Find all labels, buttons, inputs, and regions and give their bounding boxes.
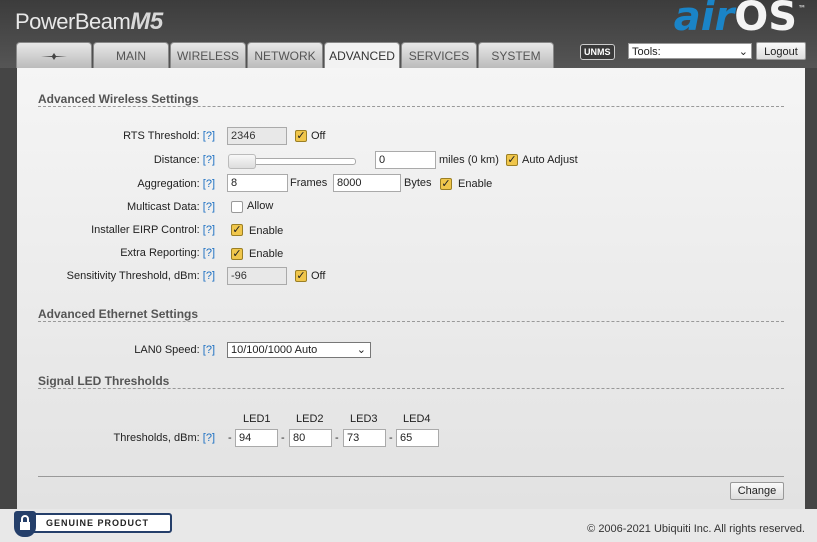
ubiquiti-logo-icon (41, 53, 67, 60)
led4-header: LED4 (403, 413, 431, 425)
extra-reporting-checkbox[interactable]: ✓ (231, 248, 243, 260)
content-panel: Advanced Wireless Settings RTS Threshold… (17, 68, 805, 509)
led2-threshold-input[interactable]: 80 (289, 429, 332, 447)
aggregation-label-text: Aggregation: (137, 178, 200, 190)
tab-system[interactable]: SYSTEM (478, 42, 554, 68)
rts-off-label: Off (311, 130, 326, 142)
chevron-down-icon: ⌄ (738, 46, 748, 58)
brand-name: PowerBeam (15, 9, 131, 34)
thresholds-label-text: Thresholds, dBm: (113, 432, 200, 444)
aggregation-label: Aggregation: [?] (137, 178, 215, 190)
tab-main[interactable]: MAIN (93, 42, 169, 68)
eirp-enable-checkbox[interactable]: ✓ (231, 224, 243, 236)
sensitivity-off-checkbox[interactable]: ✓ (295, 270, 307, 282)
distance-label-text: Distance: (153, 154, 200, 166)
help-link[interactable]: [?] (203, 224, 215, 236)
help-link[interactable]: [?] (203, 154, 215, 166)
section-title-ethernet: Advanced Ethernet Settings (38, 307, 199, 321)
aggregation-frames-input[interactable]: 8 (227, 174, 288, 192)
led1-threshold-input[interactable]: 94 (235, 429, 278, 447)
aggregation-bytes-input[interactable]: 8000 (333, 174, 401, 192)
brand-model: M5 (130, 8, 163, 35)
led1-header: LED1 (243, 413, 271, 425)
eirp-enable-label: Enable (249, 225, 284, 237)
threshold-dash: - (228, 432, 232, 444)
extra-reporting-label: Extra Reporting: [?] (120, 247, 215, 259)
rts-label-text: RTS Threshold: (123, 130, 200, 142)
multicast-allow-label: Allow (247, 200, 274, 212)
tab-services[interactable]: SERVICES (401, 42, 477, 68)
airos-logo: airOS ™ (673, 0, 806, 40)
led3-threshold-input[interactable]: 73 (343, 429, 386, 447)
rts-threshold-input[interactable]: 2346 (227, 127, 287, 145)
tab-network[interactable]: NETWORK (247, 42, 323, 68)
unms-button[interactable]: UNMS (580, 44, 615, 60)
extra-reporting-enable-label: Enable (249, 248, 284, 260)
logo-tm: ™ (798, 4, 806, 13)
lan0-speed-select[interactable]: 10/100/1000 Auto ⌄ (227, 342, 371, 358)
led2-header: LED2 (296, 413, 324, 425)
genuine-product-text: GENUINE PRODUCT (46, 518, 150, 528)
extra-reporting-label-text: Extra Reporting: (120, 247, 200, 259)
sensitivity-label: Sensitivity Threshold, dBm: [?] (67, 270, 215, 282)
tab-advanced[interactable]: ADVANCED (324, 42, 400, 69)
distance-input[interactable]: 0 (375, 151, 436, 169)
change-button[interactable]: Change (730, 482, 784, 500)
product-brand: PowerBeamM5 (15, 8, 163, 36)
lan0-speed-label: LAN0 Speed: [?] (134, 344, 215, 356)
distance-unit: miles (0 km) (439, 154, 499, 166)
help-link[interactable]: [?] (203, 201, 215, 213)
multicast-label: Multicast Data: [?] (127, 201, 215, 213)
section-title-wireless: Advanced Wireless Settings (38, 92, 199, 106)
led4-threshold-input[interactable]: 65 (396, 429, 439, 447)
aggregation-enable-checkbox[interactable]: ✓ (440, 178, 452, 190)
help-link[interactable]: [?] (203, 270, 215, 282)
multicast-label-text: Multicast Data: (126, 201, 200, 213)
help-link[interactable]: [?] (203, 344, 215, 356)
threshold-dash: - (335, 432, 339, 444)
help-link[interactable]: [?] (203, 247, 215, 259)
auto-adjust-label: Auto Adjust (522, 154, 578, 166)
tools-select[interactable]: Tools: ⌄ (628, 43, 752, 59)
section-title-led: Signal LED Thresholds (38, 374, 170, 388)
sensitivity-label-text: Sensitivity Threshold, dBm: (66, 270, 200, 282)
section-divider (38, 106, 784, 107)
lan0-speed-value: 10/100/1000 Auto (231, 344, 318, 356)
lan0-speed-label-text: LAN0 Speed: (134, 344, 200, 356)
rts-off-checkbox[interactable]: ✓ (295, 130, 307, 142)
help-link[interactable]: [?] (203, 130, 215, 142)
tab-home[interactable] (16, 42, 92, 68)
logo-air: air (673, 0, 735, 40)
genuine-product-badge: GENUINE PRODUCT (14, 511, 172, 537)
bytes-label: Bytes (404, 177, 432, 189)
thresholds-label: Thresholds, dBm: [?] (114, 432, 216, 444)
eirp-label: Installer EIRP Control: [?] (91, 224, 215, 236)
logo-os: OS (734, 0, 797, 40)
copyright-text: © 2006-2021 Ubiquiti Inc. All rights res… (587, 523, 805, 535)
auto-adjust-checkbox[interactable]: ✓ (506, 154, 518, 166)
tools-select-value: Tools: (632, 46, 661, 58)
threshold-dash: - (281, 432, 285, 444)
led3-header: LED3 (350, 413, 378, 425)
section-divider (38, 321, 784, 322)
section-divider (38, 388, 784, 389)
help-link[interactable]: [?] (203, 432, 215, 444)
multicast-allow-checkbox[interactable] (231, 201, 243, 213)
logout-button[interactable]: Logout (756, 42, 806, 60)
aggregation-enable-label: Enable (458, 178, 493, 190)
distance-label: Distance: [?] (154, 154, 215, 166)
distance-slider-handle[interactable] (228, 154, 256, 169)
actions-divider (38, 476, 784, 477)
sensitivity-off-label: Off (311, 270, 326, 282)
threshold-dash: - (389, 432, 393, 444)
frames-label: Frames (290, 177, 328, 189)
help-link[interactable]: [?] (203, 178, 215, 190)
lock-icon (14, 511, 36, 537)
chevron-down-icon: ⌄ (356, 344, 366, 356)
tab-wireless[interactable]: WIRELESS (170, 42, 246, 68)
sensitivity-input[interactable]: -96 (227, 267, 287, 285)
eirp-label-text: Installer EIRP Control: (91, 224, 200, 236)
rts-label: RTS Threshold: [?] (123, 130, 215, 142)
